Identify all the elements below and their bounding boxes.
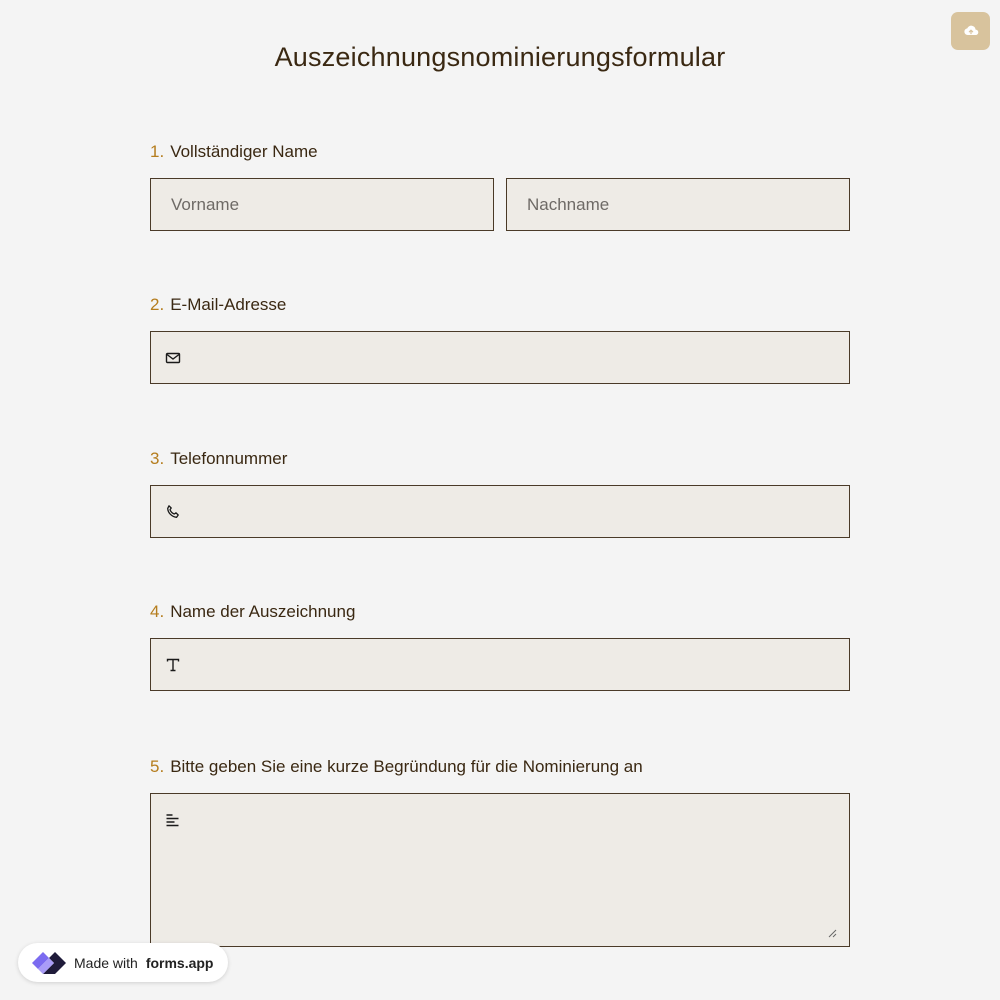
last-name-placeholder: Nachname: [527, 194, 610, 214]
question-text: Telefonnummer: [170, 449, 288, 468]
resize-handle-icon[interactable]: [827, 928, 837, 938]
question-reason: 5. Bitte geben Sie eine kurze Begründung …: [150, 755, 850, 947]
first-name-placeholder: Vorname: [171, 194, 240, 214]
form-title: Auszeichnungsnominierungsformular: [274, 42, 726, 72]
question-number: 3.: [150, 449, 165, 468]
made-with-text: Made with: [74, 954, 138, 971]
question-award-name: 4. Name der Auszeichnung: [150, 600, 850, 691]
question-label: 1. Vollständiger Name: [150, 140, 850, 164]
phone-input[interactable]: [150, 485, 850, 538]
award-name-input[interactable]: [150, 638, 850, 691]
question-full-name: 1. Vollständiger Name Vorname Nachname: [150, 140, 850, 231]
question-number: 5.: [150, 757, 165, 776]
question-label: 2. E-Mail-Adresse: [150, 293, 850, 317]
question-number: 4.: [150, 602, 165, 621]
reason-textarea[interactable]: [150, 793, 850, 947]
question-text: Vollständiger Name: [170, 142, 318, 161]
text-type-icon: [166, 658, 180, 671]
question-email: 2. E-Mail-Adresse: [150, 293, 850, 384]
question-phone: 3. Telefonnummer: [150, 447, 850, 538]
brand-name: forms.app: [145, 954, 214, 971]
cloud-upload-icon: [963, 25, 978, 35]
question-number: 2.: [150, 295, 165, 314]
question-number: 1.: [150, 142, 165, 161]
question-text: E-Mail-Adresse: [170, 295, 287, 314]
question-text: Bitte geben Sie eine kurze Begründung fü…: [170, 757, 643, 776]
question-label: 4. Name der Auszeichnung: [150, 600, 850, 624]
email-input[interactable]: [150, 331, 850, 384]
question-label: 3. Telefonnummer: [150, 447, 850, 471]
last-name-input[interactable]: Nachname: [506, 178, 850, 231]
first-name-input[interactable]: Vorname: [150, 178, 494, 231]
phone-icon: [167, 504, 179, 518]
forms-app-logo-icon: [32, 951, 66, 974]
question-text: Name der Auszeichnung: [170, 602, 356, 621]
mail-icon: [165, 352, 181, 363]
align-left-icon: [166, 814, 179, 827]
made-with-badge[interactable]: Made with forms.app: [18, 943, 228, 982]
question-label: 5. Bitte geben Sie eine kurze Begründung …: [150, 755, 850, 779]
